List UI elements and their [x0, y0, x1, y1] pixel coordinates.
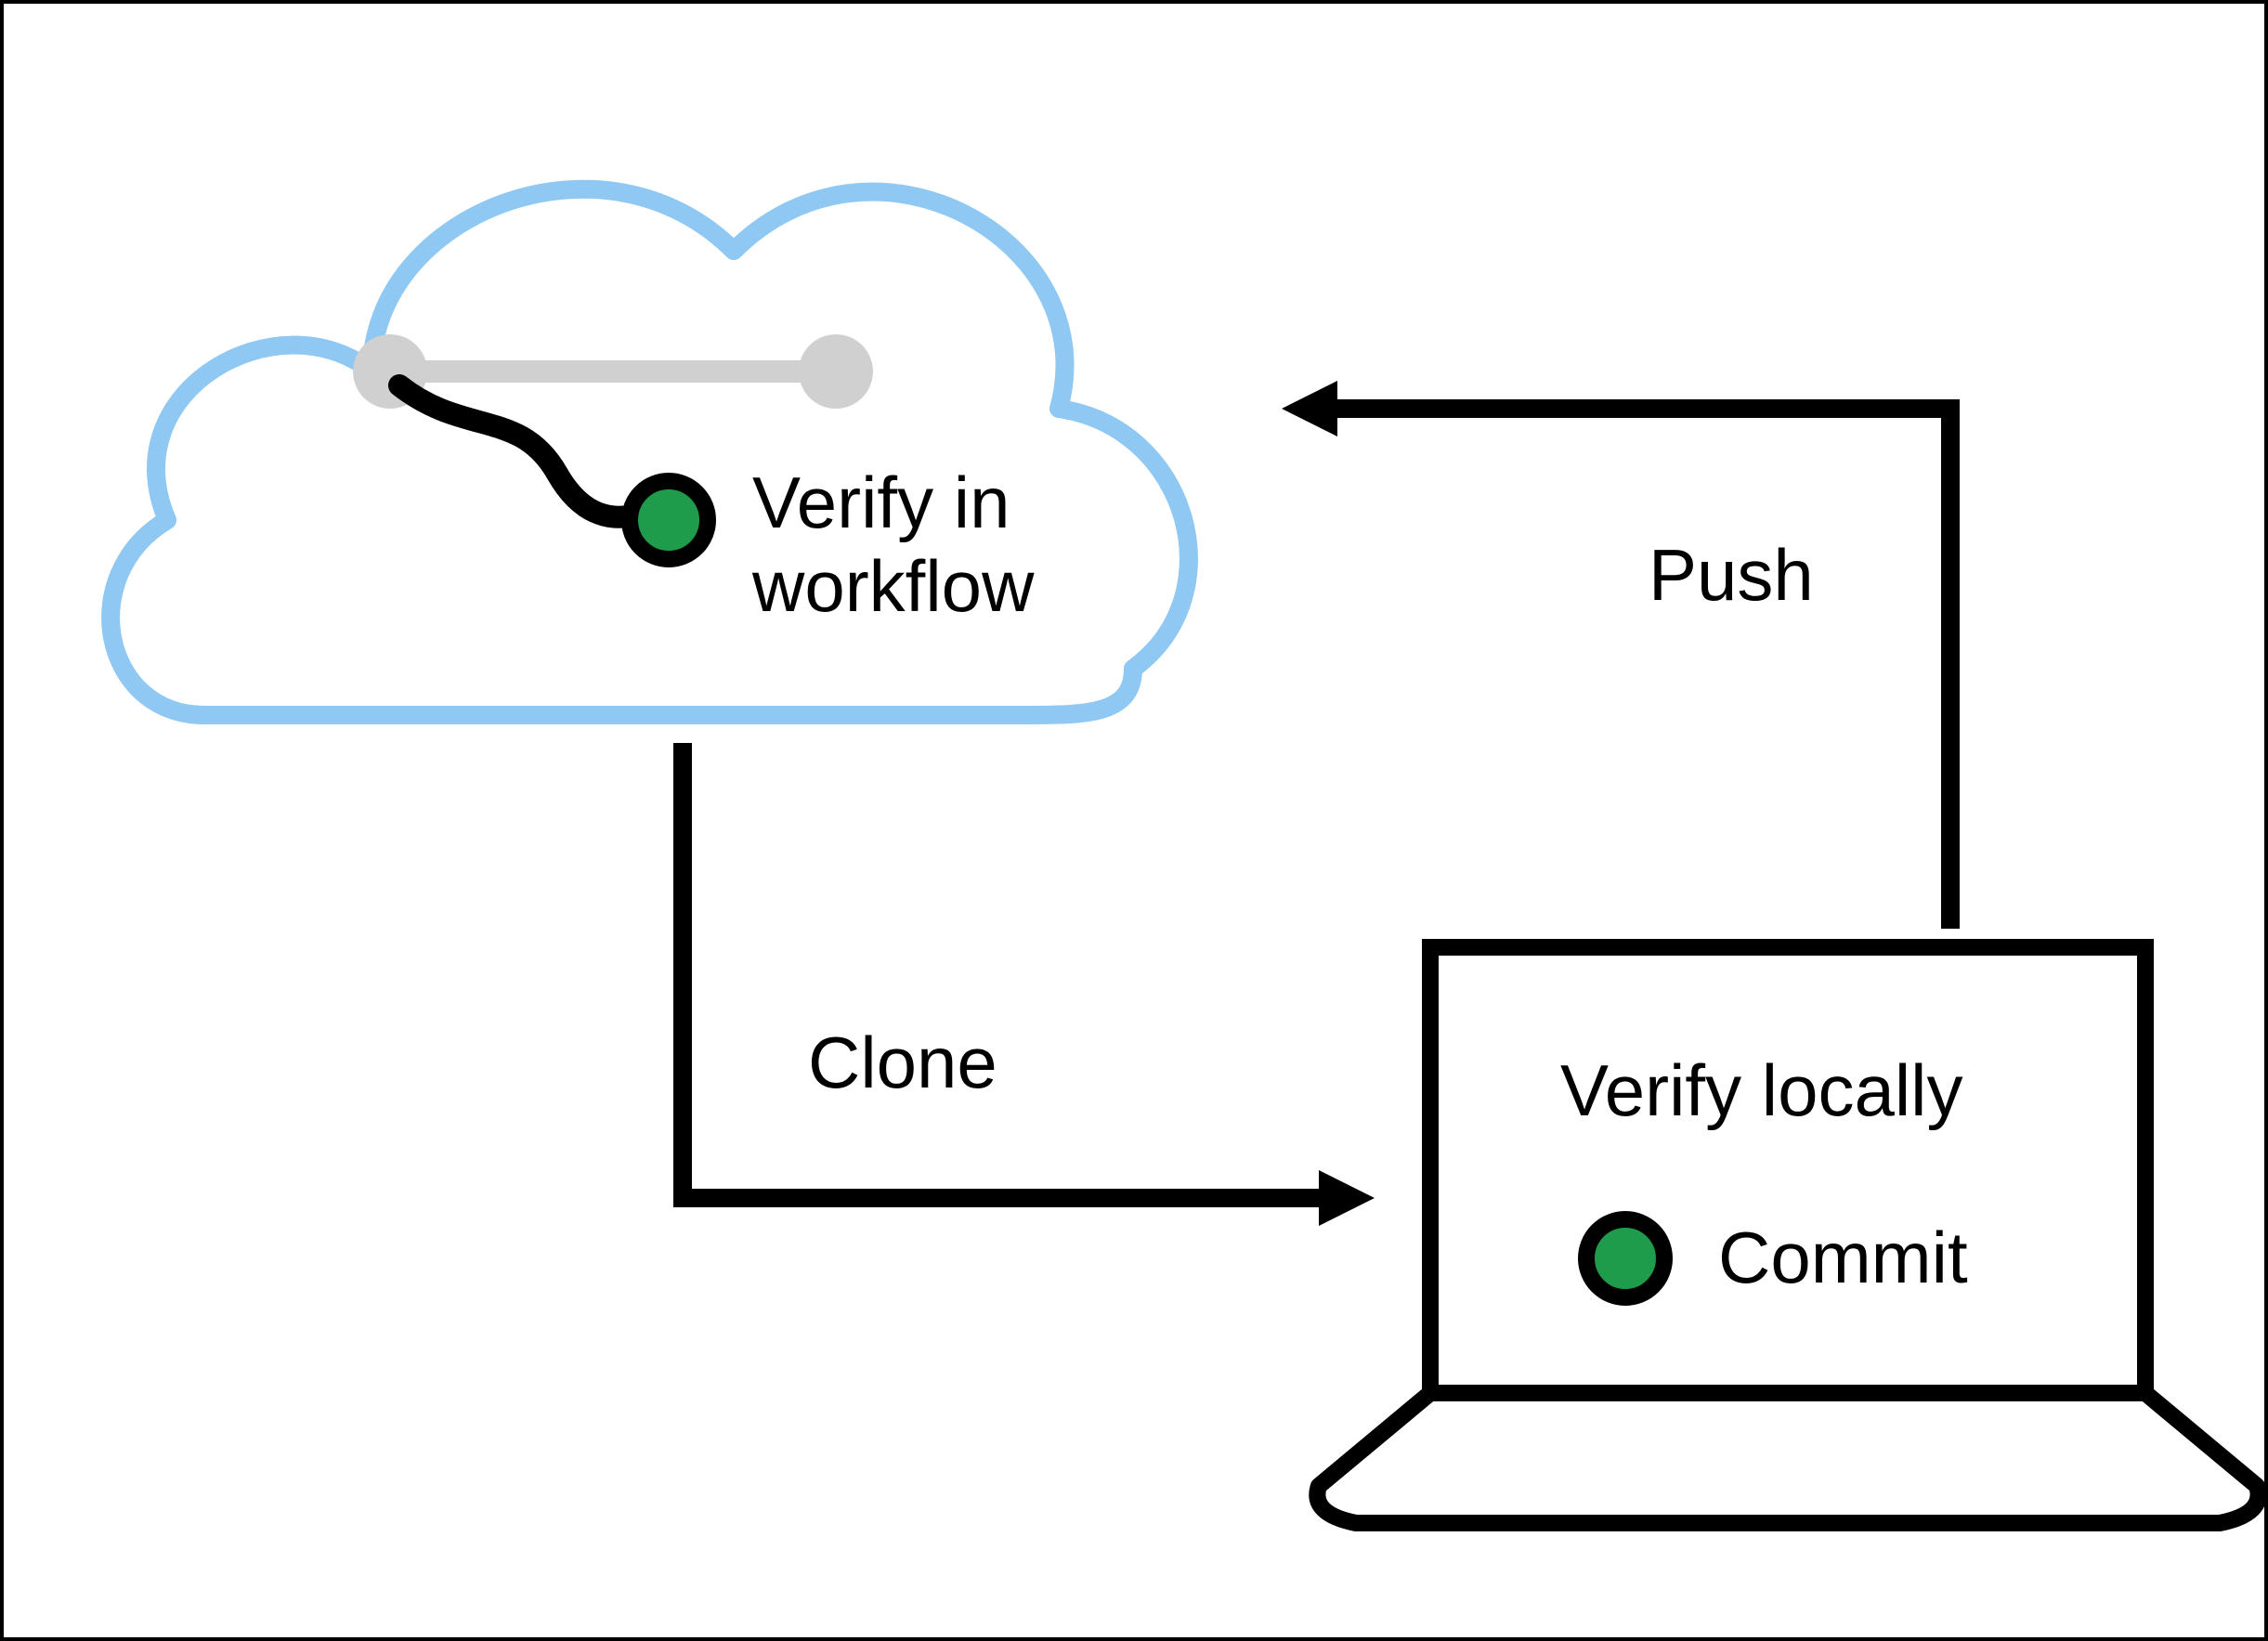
clone-label: Clone: [808, 1022, 997, 1105]
laptop-commit-label: Commit: [1718, 1217, 1968, 1300]
push-arrow: [1282, 381, 1950, 929]
push-label: Push: [1649, 534, 1814, 618]
cloud-label-line2: workflow: [752, 545, 1034, 629]
cloud-icon: [111, 189, 1189, 715]
cloud-label-line1: Verify in: [752, 462, 1010, 545]
local-commit-dot: [1586, 1219, 1664, 1297]
laptop-verify-label: Verify locally: [1560, 1049, 1963, 1133]
diagram-canvas: Verify in workflow Clone Push Verify loc…: [0, 0, 2268, 1641]
branch-black: [399, 385, 708, 559]
workflow-commit-dot: [630, 481, 708, 559]
clone-arrow: [683, 743, 1375, 1226]
diagram-svg: [0, 0, 2268, 1641]
